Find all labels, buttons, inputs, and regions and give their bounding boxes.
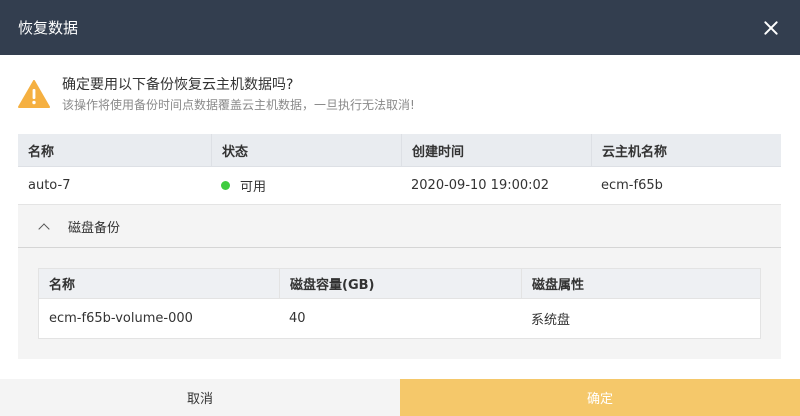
- warning-description: 该操作将使用备份时间点数据覆盖云主机数据，一旦执行无法取消!: [62, 98, 415, 112]
- disk-table-header: 名称 磁盘容量(GB) 磁盘属性: [39, 269, 760, 299]
- backup-panel: 名称 状态 创建时间 云主机名称 auto-7 可用 2020-09-10 19…: [18, 134, 781, 359]
- dialog-title: 恢复数据: [18, 19, 79, 37]
- disk-backup-toggle[interactable]: 磁盘备份: [18, 206, 781, 248]
- backup-host-name: ecm-f65b: [601, 178, 663, 193]
- disk-type: 系统盘: [531, 313, 571, 328]
- cancel-button[interactable]: 取消: [0, 379, 400, 416]
- close-icon[interactable]: [762, 19, 780, 37]
- warning-icon: [18, 80, 50, 108]
- disk-backup-label: 磁盘备份: [68, 221, 121, 236]
- disk-name: ecm-f65b-volume-000: [49, 311, 193, 326]
- backup-name: auto-7: [28, 178, 71, 193]
- table-row: auto-7 可用 2020-09-10 19:00:02 ecm-f65b: [18, 167, 781, 205]
- dialog-footer: 取消 确定: [0, 379, 800, 416]
- confirm-button[interactable]: 确定: [400, 379, 800, 416]
- column-header-host: 云主机名称: [591, 134, 781, 166]
- backup-created-time: 2020-09-10 19:00:02: [411, 178, 550, 193]
- disk-column-capacity: 磁盘容量(GB): [279, 269, 521, 298]
- status-dot-icon: [221, 181, 230, 190]
- column-header-status: 状态: [211, 134, 401, 166]
- table-row: ecm-f65b-volume-000 40 系统盘: [39, 299, 760, 338]
- disk-column-type: 磁盘属性: [521, 269, 760, 298]
- warning-message: 确定要用以下备份恢复云主机数据吗? 该操作将使用备份时间点数据覆盖云主机数据，一…: [18, 74, 778, 118]
- disk-backup-table: 名称 磁盘容量(GB) 磁盘属性 ecm-f65b-volume-000 40 …: [38, 268, 761, 339]
- column-header-name: 名称: [28, 144, 55, 160]
- backup-table-header: 名称 状态 创建时间 云主机名称: [18, 134, 781, 167]
- chevron-up-icon: [38, 222, 50, 235]
- dialog-header: 恢复数据: [0, 0, 800, 55]
- backup-status-label: 可用: [240, 180, 267, 195]
- warning-title: 确定要用以下备份恢复云主机数据吗?: [62, 77, 294, 93]
- disk-capacity: 40: [289, 311, 306, 326]
- backup-status: 可用: [211, 167, 401, 204]
- disk-column-name: 名称: [49, 278, 76, 293]
- column-header-created: 创建时间: [401, 134, 591, 166]
